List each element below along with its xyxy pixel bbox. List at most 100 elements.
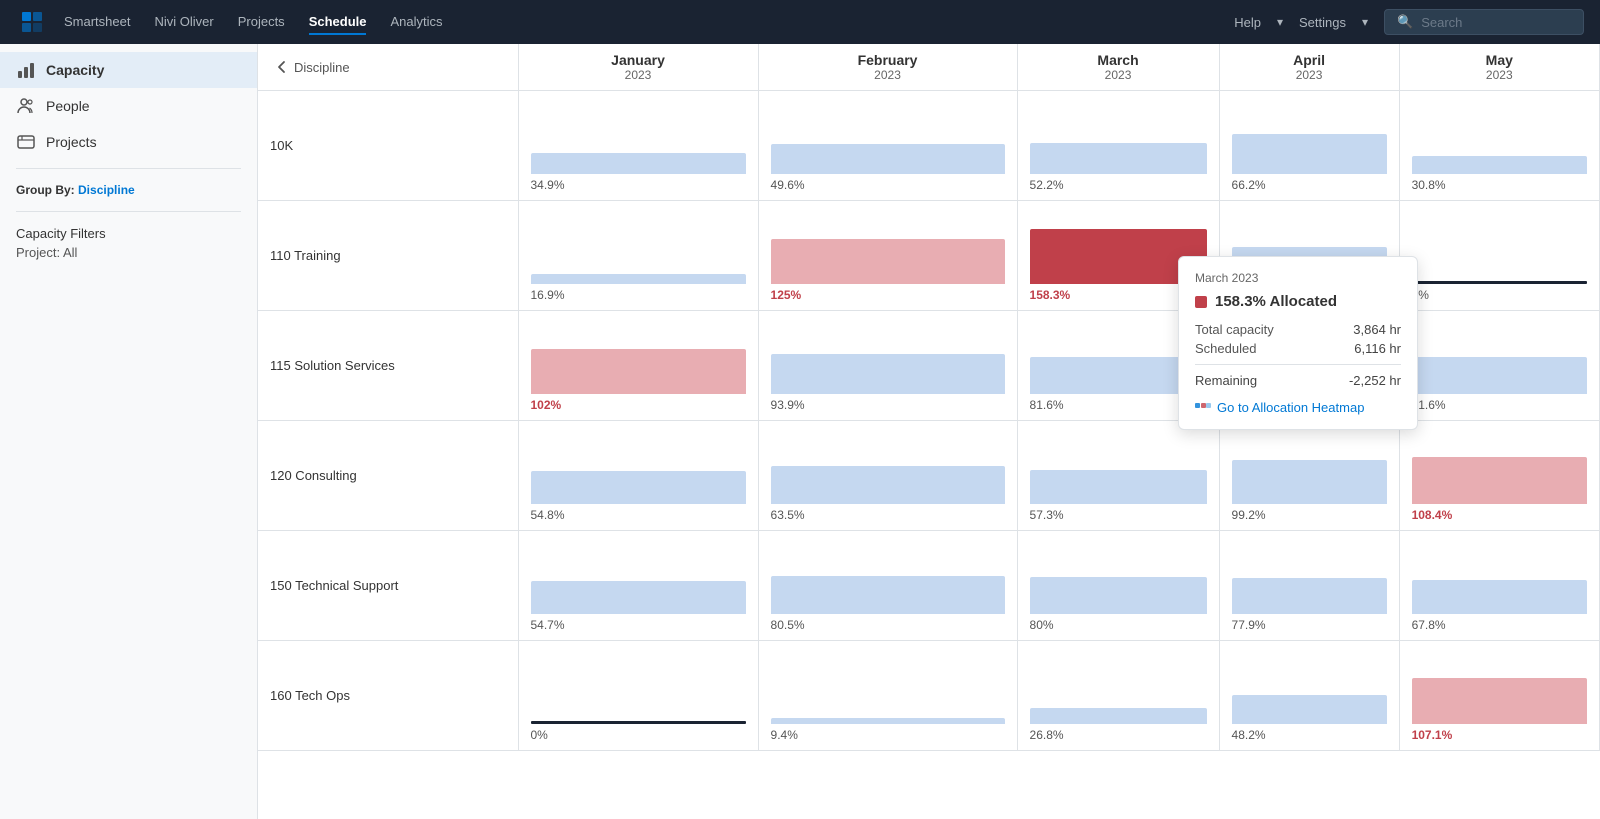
- capacity-bar: [1232, 460, 1387, 504]
- pct-label: 67.8%: [1412, 618, 1446, 632]
- pct-label: 26.8%: [1030, 728, 1064, 742]
- data-cell[interactable]: 108.4%: [1399, 421, 1599, 531]
- data-cell[interactable]: 0%: [1399, 201, 1599, 311]
- row-discipline: 115 Solution Services: [258, 311, 518, 421]
- data-cell[interactable]: 125%: [758, 201, 1017, 311]
- bar-line: [1412, 281, 1587, 284]
- tooltip-scheduled-row: Scheduled 6,116 hr: [1195, 341, 1401, 356]
- tooltip-allocated: 158.3% Allocated: [1195, 293, 1401, 310]
- nav-analytics[interactable]: Analytics: [390, 10, 442, 35]
- capacity-bar: [531, 274, 746, 284]
- capacity-bar: [1030, 577, 1207, 614]
- data-cell[interactable]: 9.4%: [758, 641, 1017, 751]
- tooltip-capacity-value: 3,864 hr: [1353, 322, 1401, 337]
- jan-month: January: [531, 52, 746, 68]
- pct-label: 93.9%: [771, 398, 805, 412]
- data-cell[interactable]: 0%: [518, 641, 758, 751]
- data-cell[interactable]: 26.8%: [1017, 641, 1219, 751]
- nav-user[interactable]: Nivi Oliver: [154, 10, 213, 35]
- pct-label: 81.6%: [1030, 398, 1064, 412]
- capacity-label: Capacity: [46, 62, 104, 78]
- data-cell[interactable]: 102%: [518, 311, 758, 421]
- projects-icon: [16, 132, 36, 152]
- nav-schedule[interactable]: Schedule: [309, 10, 367, 35]
- data-cell[interactable]: 66.2%: [1219, 91, 1399, 201]
- data-cell[interactable]: 54.8%: [518, 421, 758, 531]
- data-cell[interactable]: 77.9%: [1219, 531, 1399, 641]
- data-cell[interactable]: 34.9%: [518, 91, 758, 201]
- pct-label: 49.6%: [771, 178, 805, 192]
- project-label: Project: All: [0, 243, 257, 266]
- pct-label: 16.9%: [531, 288, 565, 302]
- data-cell[interactable]: 107.1%: [1399, 641, 1599, 751]
- data-cell[interactable]: 99.2%: [1219, 421, 1399, 531]
- table-header: Discipline January 2023 February 2023 Ma…: [258, 44, 1600, 91]
- data-cell[interactable]: 52.2%: [1017, 91, 1219, 201]
- data-cell[interactable]: 16.9%: [518, 201, 758, 311]
- tooltip-link-text[interactable]: Go to Allocation Heatmap: [1217, 400, 1364, 415]
- tooltip-month: March 2023: [1195, 271, 1401, 285]
- data-cell[interactable]: 54.7%: [518, 531, 758, 641]
- help-link[interactable]: Help: [1234, 15, 1261, 30]
- apr-month: April: [1232, 52, 1387, 68]
- data-cell[interactable]: 81.6%: [1399, 311, 1599, 421]
- data-cell[interactable]: 93.9%: [758, 311, 1017, 421]
- back-button[interactable]: Discipline: [274, 59, 506, 75]
- data-cell[interactable]: 57.3%: [1017, 421, 1219, 531]
- logo: [16, 6, 48, 38]
- nav-links: Smartsheet Nivi Oliver Projects Schedule…: [64, 10, 1234, 35]
- sidebar-item-capacity[interactable]: Capacity: [0, 52, 257, 88]
- group-by-label: Group By: Discipline: [0, 177, 257, 203]
- tooltip-divider: [1195, 364, 1401, 365]
- nav-smartsheet[interactable]: Smartsheet: [64, 10, 130, 35]
- tooltip-box: March 2023 158.3% Allocated Total capaci…: [1178, 256, 1418, 430]
- search-box[interactable]: 🔍 Search: [1384, 9, 1584, 35]
- pct-label: 0%: [531, 728, 548, 742]
- capacity-bar: [1412, 156, 1587, 174]
- table-row: 120 Consulting54.8% 63.5% 57.3% 99.2% 108.4%: [258, 421, 1600, 531]
- data-cell[interactable]: 80%: [1017, 531, 1219, 641]
- data-cell[interactable]: 49.6%: [758, 91, 1017, 201]
- settings-link[interactable]: Settings: [1299, 15, 1346, 30]
- apr-year: 2023: [1232, 68, 1387, 82]
- sidebar-item-people[interactable]: People: [0, 88, 257, 124]
- row-discipline: 10K: [258, 91, 518, 201]
- data-cell[interactable]: 80.5%: [758, 531, 1017, 641]
- pct-label: 63.5%: [771, 508, 805, 522]
- tooltip-capacity-label: Total capacity: [1195, 322, 1274, 337]
- pct-label: 54.7%: [531, 618, 565, 632]
- may-year: 2023: [1412, 68, 1587, 82]
- capacity-bar: [771, 466, 1005, 504]
- capacity-bar: [1232, 134, 1387, 174]
- data-cell[interactable]: 63.5%: [758, 421, 1017, 531]
- tooltip-capacity-row: Total capacity 3,864 hr: [1195, 322, 1401, 337]
- search-icon: 🔍: [1397, 14, 1413, 30]
- sidebar-item-projects[interactable]: Projects: [0, 124, 257, 160]
- col-feb: February 2023: [758, 44, 1017, 91]
- row-discipline: 120 Consulting: [258, 421, 518, 531]
- tooltip-link[interactable]: Go to Allocation Heatmap: [1195, 400, 1401, 415]
- capacity-bar: [1030, 143, 1207, 174]
- nav-projects[interactable]: Projects: [238, 10, 285, 35]
- top-navigation: Smartsheet Nivi Oliver Projects Schedule…: [0, 0, 1600, 44]
- people-label: People: [46, 98, 90, 114]
- data-cell[interactable]: 30.8%: [1399, 91, 1599, 201]
- nav-right: Help ▾ Settings ▾ 🔍 Search: [1234, 9, 1584, 35]
- tooltip-remaining-value: -2,252 hr: [1349, 373, 1401, 388]
- pct-label: 158.3%: [1030, 288, 1071, 302]
- capacity-bar: [1412, 357, 1587, 394]
- capacity-bar: [531, 471, 746, 504]
- capacity-bar: [531, 153, 746, 174]
- table-row: 150 Technical Support54.7%80.5%80%77.9%6…: [258, 531, 1600, 641]
- pct-label: 57.3%: [1030, 508, 1064, 522]
- capacity-bar: [771, 239, 1005, 284]
- data-cell[interactable]: 67.8%: [1399, 531, 1599, 641]
- mar-month: March: [1030, 52, 1207, 68]
- col-may: May 2023: [1399, 44, 1599, 91]
- pct-label: 108.4%: [1412, 508, 1453, 522]
- discipline-header: Discipline: [258, 44, 518, 91]
- mar-year: 2023: [1030, 68, 1207, 82]
- data-cell[interactable]: 48.2%: [1219, 641, 1399, 751]
- col-mar: March 2023: [1017, 44, 1219, 91]
- capacity-bar: [1412, 678, 1587, 724]
